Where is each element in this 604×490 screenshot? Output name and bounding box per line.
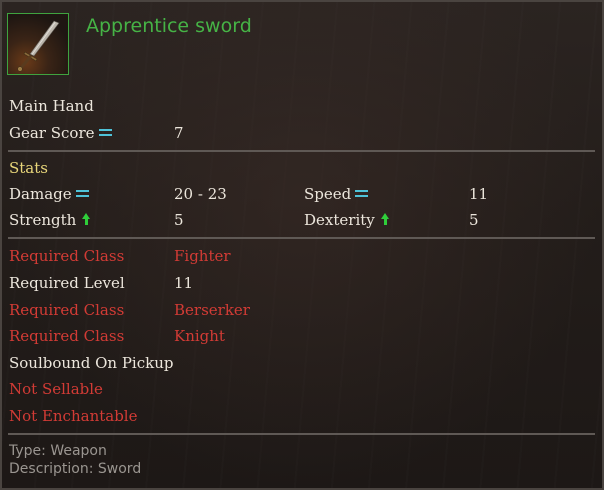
strength-row: Strength	[9, 211, 91, 229]
gear-score-value: 7	[174, 124, 184, 142]
divider	[8, 150, 595, 152]
divider	[8, 433, 595, 435]
dexterity-row: Dexterity	[304, 211, 390, 229]
sword-icon	[17, 20, 60, 72]
item-type: Type: Weapon	[9, 443, 107, 459]
item-slot: Main Hand	[9, 97, 94, 115]
arrow-up-icon	[380, 213, 390, 225]
equal-icon	[98, 128, 112, 137]
strength-value: 5	[174, 211, 184, 229]
not-sellable-flag: Not Sellable	[9, 380, 103, 398]
gear-score-row: Gear Score	[9, 124, 112, 142]
stats-header: Stats	[9, 159, 48, 177]
requirement-value: 11	[174, 274, 194, 292]
requirement-label: Required Class	[9, 327, 125, 345]
gear-score-label: Gear Score	[9, 124, 95, 142]
dexterity-value: 5	[469, 211, 479, 229]
damage-value: 20 - 23	[174, 185, 227, 203]
requirement-value: Fighter	[174, 247, 231, 265]
speed-label: Speed	[304, 185, 352, 203]
item-icon-frame	[7, 13, 69, 75]
item-tooltip: Apprentice sword Main Hand Gear Score 7 …	[0, 0, 604, 490]
requirement-value: Knight	[174, 327, 225, 345]
speed-row: Speed	[304, 185, 369, 203]
dexterity-label: Dexterity	[304, 211, 375, 229]
requirement-label: Required Class	[9, 301, 125, 319]
strength-label: Strength	[9, 211, 77, 229]
speed-value: 11	[469, 185, 489, 203]
equal-icon	[75, 189, 89, 198]
divider	[8, 237, 595, 239]
requirement-label: Required Level	[9, 274, 125, 292]
item-name: Apprentice sword	[86, 15, 252, 37]
arrow-up-icon	[82, 213, 91, 225]
not-enchantable-flag: Not Enchantable	[9, 407, 138, 425]
equal-icon	[355, 189, 369, 198]
requirement-value: Berserker	[174, 301, 250, 319]
requirement-label: Required Class	[9, 247, 125, 265]
item-description: Description: Sword	[9, 461, 142, 477]
soulbound-flag: Soulbound On Pickup	[9, 354, 174, 372]
damage-label: Damage	[9, 185, 72, 203]
damage-row: Damage	[9, 185, 89, 203]
